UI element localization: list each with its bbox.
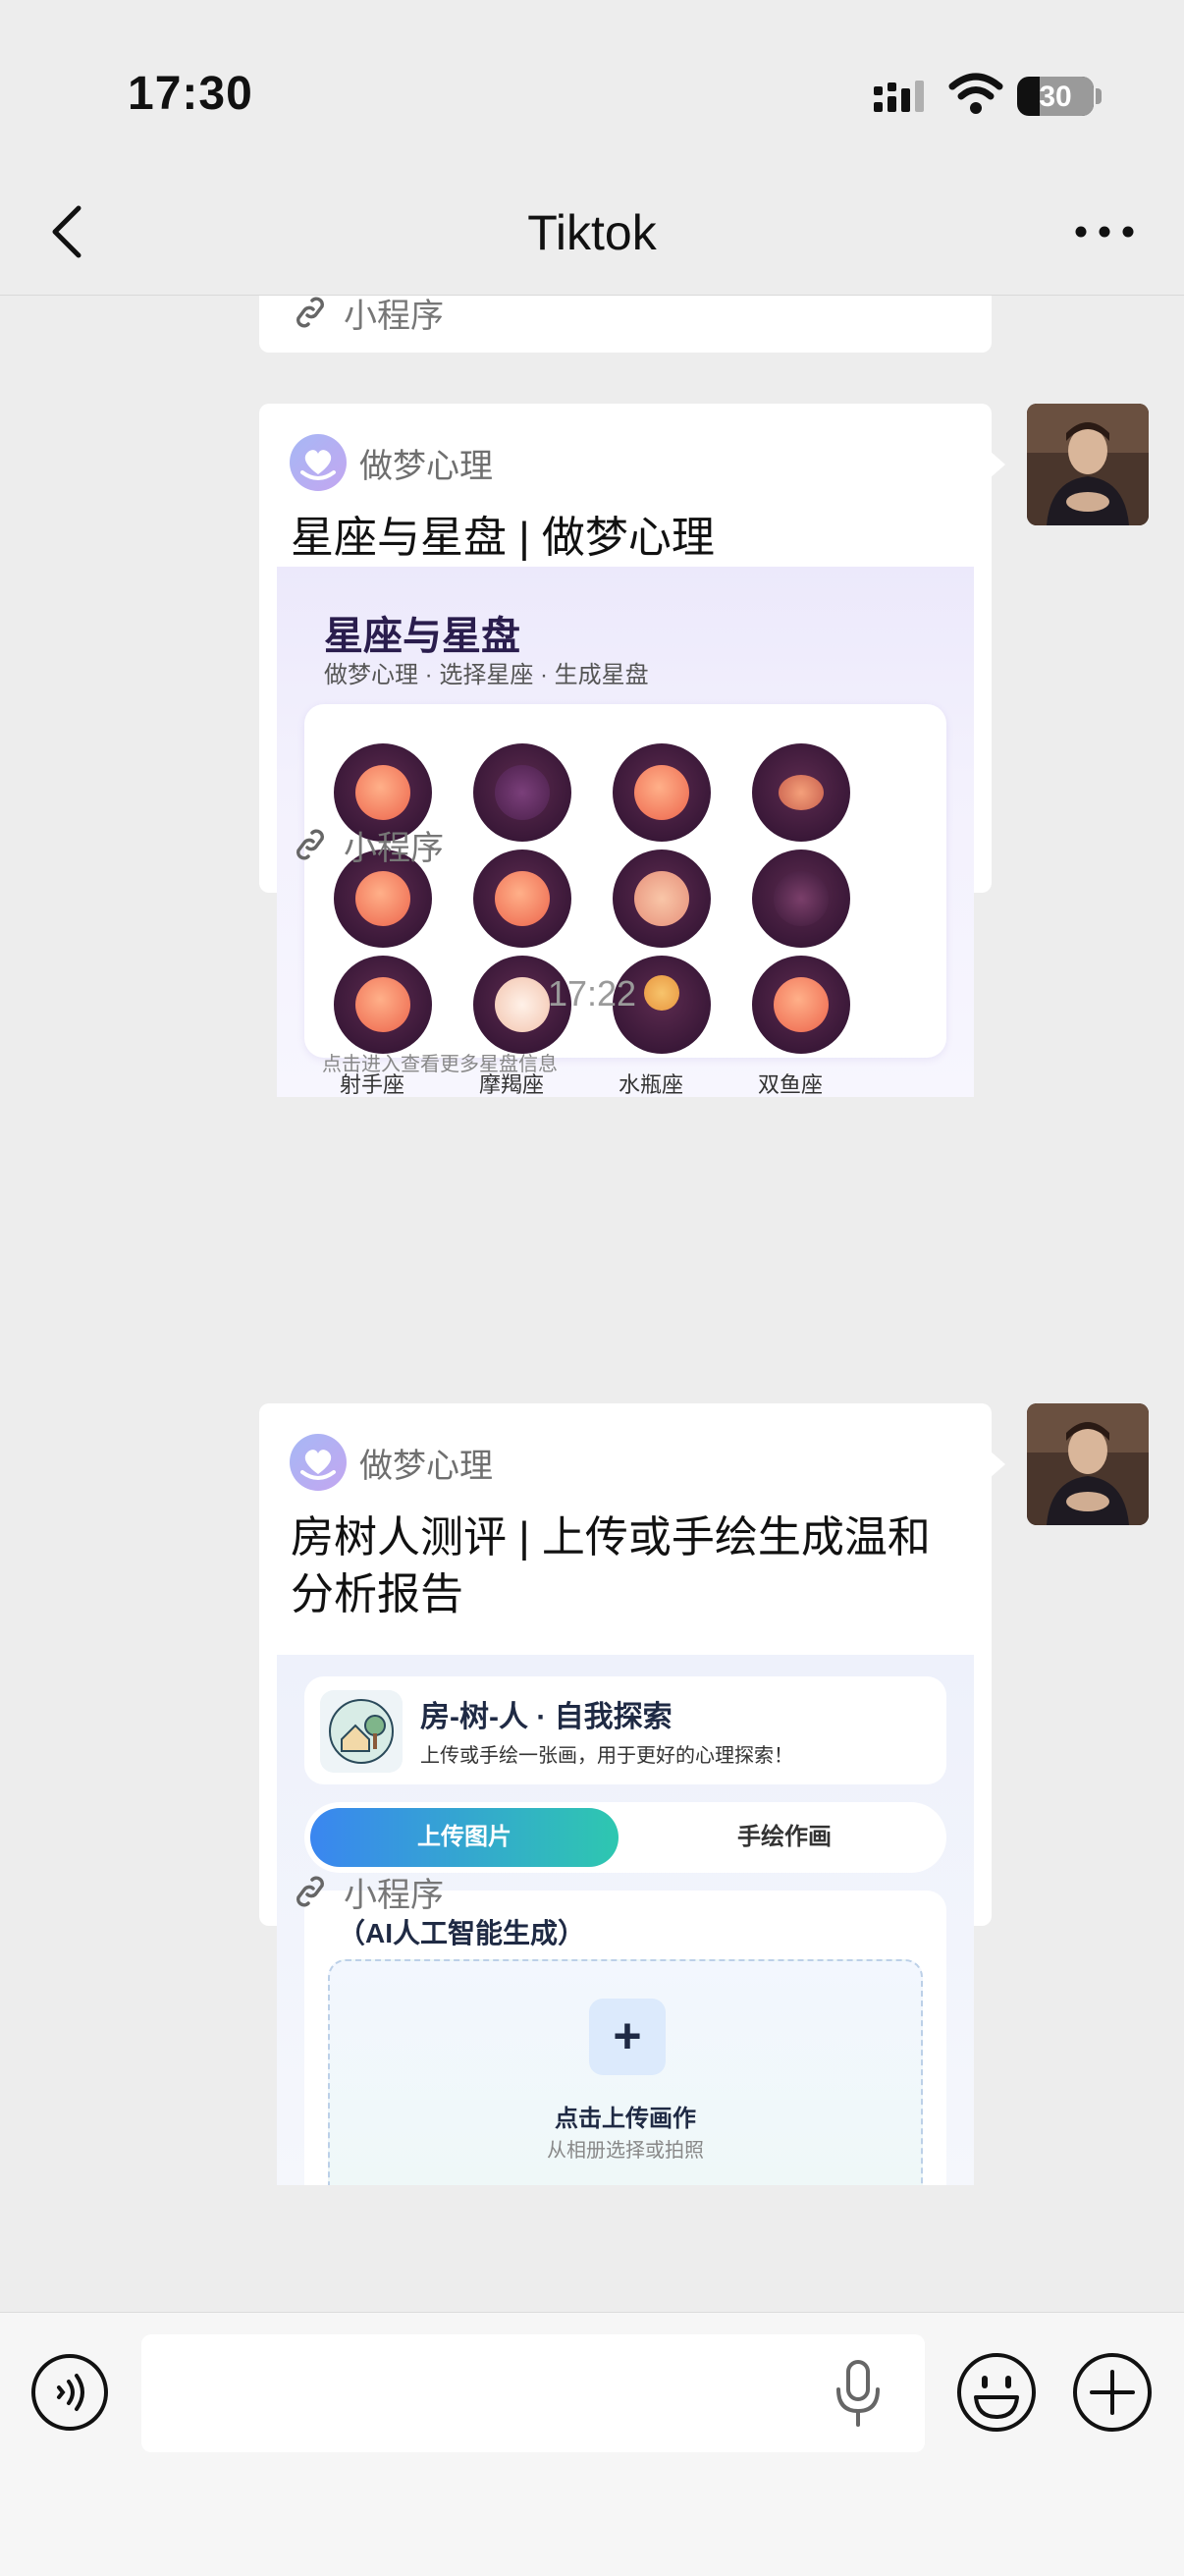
- card-footer: 小程序: [291, 1867, 444, 1916]
- status-time: 17:30: [128, 68, 253, 120]
- upload-subtitle: 从相册选择或拍照: [547, 2140, 704, 2162]
- mini-program-logo-icon: [290, 434, 347, 491]
- cancer-sign-icon: [752, 743, 850, 842]
- mini-program-card-partial[interactable]: 小程序: [259, 296, 992, 353]
- plus-circle-icon[interactable]: [1070, 2350, 1155, 2435]
- chat-message-list[interactable]: 小程序 做梦心理 星座与星盘 | 做梦心理 星座与星盘 做梦心理 · 选择星座 …: [0, 296, 1184, 2311]
- bubble-tail: [990, 1451, 1005, 1478]
- card-footer-label: 小程序: [344, 297, 444, 335]
- upload-panel-title: （AI人工智能生成）: [338, 1918, 586, 1948]
- house-tree-person-logo-icon: [320, 1690, 403, 1773]
- link-icon: [296, 829, 325, 860]
- preview-tabs: 上传图片 手绘作画: [304, 1802, 946, 1873]
- gemini-sign-icon: [613, 743, 711, 842]
- card-footer-label: 小程序: [344, 829, 444, 867]
- avatar[interactable]: [1027, 404, 1149, 525]
- mini-program-card[interactable]: 做梦心理 星座与星盘 | 做梦心理 星座与星盘 做梦心理 · 选择星座 · 生成…: [259, 404, 1005, 1097]
- upload-title: 点击上传画作: [555, 2106, 696, 2132]
- card-title: 星座与星盘 | 做梦心理: [291, 514, 715, 562]
- chat-header: Tiktok: [0, 167, 1184, 296]
- more-horizontal-icon[interactable]: [1070, 210, 1139, 253]
- message-input-bar: [0, 2312, 1184, 2576]
- upload-panel: （AI人工智能生成） + 点击上传画作 从相册选择或拍照: [304, 1891, 946, 2185]
- voice-mode-icon[interactable]: [29, 2352, 110, 2433]
- bubble-tail: [990, 451, 1005, 478]
- battery-cap: [1096, 88, 1102, 104]
- mini-program-name: 做梦心理: [359, 1447, 493, 1485]
- virgo-sign-icon: [473, 850, 571, 948]
- taurus-sign-icon: [473, 743, 571, 842]
- link-icon: [296, 1876, 325, 1907]
- card-footer-label: 小程序: [344, 1876, 444, 1914]
- tab-upload-image: 上传图片: [310, 1808, 619, 1867]
- tab-hand-draw: 手绘作画: [737, 1824, 832, 1850]
- cellular-signal-icon: [874, 81, 924, 112]
- emoji-icon[interactable]: [954, 2350, 1039, 2435]
- preview-header-subtitle: 上传或手绘一张画，用于更好的心理探索！: [420, 1745, 793, 1767]
- message-input[interactable]: [141, 2334, 925, 2452]
- card-footer: 小程序: [291, 296, 444, 337]
- zodiac-label: 射手座: [340, 1072, 405, 1097]
- card-preview-image[interactable]: 房-树-人 · 自我探索 上传或手绘一张画，用于更好的心理探索！ 上传图片 手绘…: [277, 1655, 974, 2185]
- scorpio-sign-icon: [752, 850, 850, 948]
- chat-title: Tiktok: [527, 205, 657, 260]
- mini-program-logo-icon: [290, 1434, 347, 1491]
- upload-dropzone: + 点击上传画作 从相册选择或拍照: [328, 1959, 923, 2185]
- preview-title: 星座与星盘: [324, 615, 520, 658]
- mini-program-header: 做梦心理: [289, 1433, 493, 1492]
- status-bar: 17:30 30: [0, 0, 1184, 167]
- card-title: 房树人测评 | 上传或手绘生成温和分析报告: [291, 1513, 931, 1618]
- battery-percentage: 30: [1039, 81, 1072, 113]
- zodiac-label: 水瓶座: [619, 1072, 684, 1097]
- zodiac-label: 摩羯座: [479, 1072, 545, 1097]
- mini-program-name: 做梦心理: [359, 447, 493, 485]
- preview-subtitle: 做梦心理 · 选择星座 · 生成星盘: [324, 662, 649, 688]
- preview-header-title: 房-树-人 · 自我探索: [420, 1701, 673, 1733]
- mini-program-header: 做梦心理: [289, 433, 493, 492]
- preview-header: 房-树-人 · 自我探索 上传或手绘一张画，用于更好的心理探索！: [304, 1676, 946, 1784]
- mini-program-card[interactable]: 做梦心理 房树人测评 | 上传或手绘生成温和分析报告 房-树-人 · 自我探索 …: [259, 1403, 1005, 2185]
- wifi-icon: [948, 73, 1003, 114]
- microphone-icon[interactable]: [833, 2358, 884, 2429]
- message-timestamp: 17:22: [547, 973, 637, 1014]
- battery-icon: 30: [1017, 77, 1094, 116]
- link-icon: [296, 297, 325, 328]
- avatar[interactable]: [1027, 1403, 1149, 1525]
- zodiac-label: 双鱼座: [758, 1072, 824, 1097]
- plus-icon: +: [589, 1999, 666, 2075]
- libra-sign-icon: [613, 850, 711, 948]
- card-footer: 小程序: [291, 820, 444, 869]
